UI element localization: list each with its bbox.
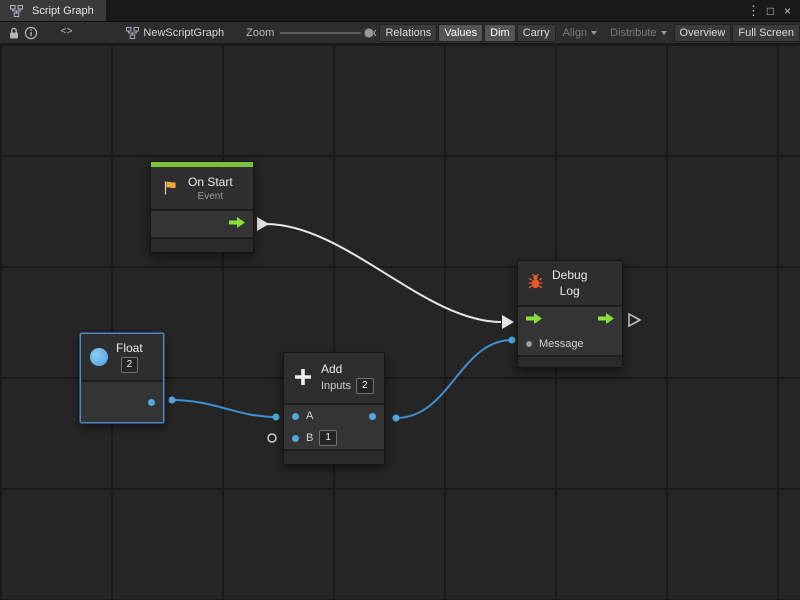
node-subtitle: Event [198,191,224,202]
edge-endpoint-dot [169,397,176,404]
add-port-b-marker[interactable] [268,434,276,442]
node-footer [518,357,622,367]
chevron-down-icon [661,31,667,35]
overview-button[interactable]: Overview [674,24,732,42]
port-row [81,382,163,422]
node-footer [151,239,253,252]
port-row-a: A [284,405,384,427]
code-icon[interactable]: <> [56,26,78,39]
dim-button[interactable]: Dim [484,24,516,42]
relations-label: Relations [385,27,431,39]
edge-source-arrow-icon [257,217,269,231]
node-debug-log[interactable]: Debug Log Message [517,260,623,368]
port-a-input[interactable] [292,413,299,420]
node-title: Float [116,341,143,355]
distribute-label: Distribute [610,27,656,39]
zoom-slider[interactable] [280,26,361,40]
values-label: Values [444,27,477,39]
edge-float-to-add[interactable] [172,400,276,417]
kebab-menu-icon[interactable]: ⋮ [745,1,762,21]
plus-icon [293,367,313,390]
port-b-value-field[interactable]: 1 [319,430,337,446]
toolbar: <> NewScriptGraph Zoom 1x Relations Valu… [0,21,800,44]
port-row-b: B 1 [284,427,384,449]
flag-icon [160,179,180,197]
edge-onstart-to-debug[interactable] [266,224,501,322]
node-footer [284,451,384,464]
carry-button[interactable]: Carry [517,24,556,42]
tab-title: Script Graph [32,5,94,17]
bug-icon [527,273,544,293]
dim-label: Dim [490,27,510,39]
fullscreen-label: Full Screen [738,27,794,39]
graph-asset-icon [124,24,141,42]
control-port-row [518,307,622,333]
tab-bar: Script Graph ⋮ □ × [0,0,800,21]
edge-endpoint-dot [273,414,280,421]
add-output-port[interactable] [369,413,376,420]
edge-endpoint-dot [509,337,516,344]
chevron-down-icon [591,31,597,35]
toolbar-buttons: Relations Values Dim Carry Align Distrib… [378,24,800,42]
relations-button[interactable]: Relations [379,24,437,42]
overview-label: Overview [680,27,726,39]
graph-name[interactable]: NewScriptGraph [143,27,224,39]
port-row [151,211,253,237]
message-label: Message [539,338,584,350]
zoom-label: Zoom [246,27,274,39]
edge-add-to-debug[interactable] [396,340,512,418]
close-icon[interactable]: × [779,1,796,21]
edge-dest-arrow-icon [502,315,514,329]
node-title: Add [321,362,342,376]
message-port-row: Message [518,333,622,355]
node-header: Debug Log [518,261,622,305]
port-b-input[interactable] [292,435,299,442]
node-header: Add Inputs 2 [284,353,384,403]
node-title: Debug [552,268,587,282]
inputs-label: Inputs [321,380,351,392]
distribute-button[interactable]: Distribute [604,24,672,42]
control-output-port-icon[interactable] [598,313,614,327]
info-icon[interactable] [23,24,40,42]
port-b-label: B [306,432,313,444]
tab-script-graph[interactable]: Script Graph [0,0,106,21]
carry-label: Carry [523,27,550,39]
lock-icon[interactable] [6,24,23,42]
float-output-port[interactable] [148,399,155,406]
control-output-port-icon[interactable] [229,217,245,231]
node-on-start[interactable]: On Start Event [150,161,254,253]
node-title: On Start [188,175,233,189]
node-header: Float 2 [81,334,163,380]
align-label: Align [563,27,587,39]
inputs-count-field[interactable]: 2 [356,378,374,394]
window-controls: ⋮ □ × [745,0,800,21]
values-button[interactable]: Values [438,24,483,42]
edge-endpoint-dot [393,415,400,422]
debug-control-output-marker[interactable] [629,314,640,326]
fullscreen-button[interactable]: Full Screen [732,24,800,42]
edges-layer [0,44,800,600]
node-subtitle: Log [560,284,580,298]
float-value-field[interactable]: 2 [121,357,139,373]
node-add[interactable]: Add Inputs 2 A B 1 [283,352,385,465]
message-input-port[interactable] [526,341,532,347]
control-input-port-icon[interactable] [526,313,542,327]
align-button[interactable]: Align [557,24,603,42]
graph-canvas[interactable]: On Start Event Float 2 [0,44,800,600]
zoom-slider-handle[interactable] [364,28,374,38]
maximize-icon[interactable]: □ [762,1,779,21]
port-a-label: A [306,410,313,422]
node-header: On Start Event [151,167,253,209]
script-graph-icon [6,2,26,20]
node-float[interactable]: Float 2 [80,333,164,423]
float-icon [90,348,108,366]
zoom-slider-track [280,32,361,34]
